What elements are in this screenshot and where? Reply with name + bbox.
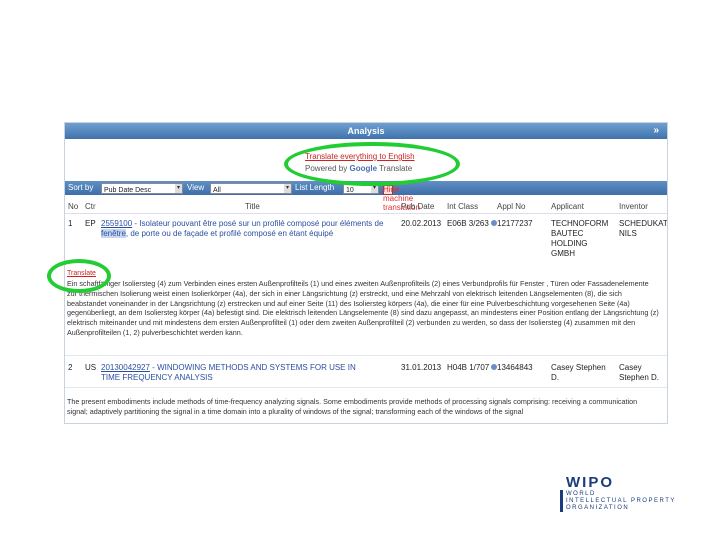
list-length-value: 10 [346, 187, 354, 194]
row-title: 2559100 - Isolateur pouvant être posé su… [101, 219, 397, 239]
translate-row-link[interactable]: Translate [67, 270, 96, 277]
google-logo: Google [349, 164, 378, 173]
row-title-text-2: , de porte ou de façade et profilé compo… [125, 229, 334, 238]
row-title-link[interactable]: 20130042927 [101, 363, 150, 372]
row-separator [65, 355, 667, 356]
analysis-panel: Analysis » Translate everything to Engli… [64, 122, 668, 424]
row-applicant: TECHNOFORM BAUTEC HOLDING GMBH [551, 219, 609, 258]
row-separator [65, 387, 667, 388]
col-title[interactable]: Title [245, 202, 260, 211]
row-title: 20130042927 - WINDOWING METHODS AND SYST… [101, 363, 361, 383]
row-no: 2 [68, 363, 73, 372]
row-appl-no: 13464843 [497, 363, 533, 372]
col-no[interactable]: No [68, 202, 78, 211]
logo-line2: INTELLECTUAL PROPERTY [566, 498, 676, 504]
chevron-down-icon: ▾ [371, 184, 378, 193]
translate-word: Translate [379, 164, 413, 173]
row-pub-date: 31.01.2013 [401, 363, 442, 372]
int-class-value: E06B 3/263 [447, 219, 489, 228]
sort-by-label: Sort by [68, 183, 94, 192]
collapse-icon[interactable]: » [653, 123, 659, 139]
row-pub-date: 20.02.2013 [401, 219, 442, 228]
row-description: The present embodiments include methods … [67, 397, 638, 416]
row-description: Ein schaftfähiger Isoliersteg (4) zum Ve… [67, 279, 659, 337]
row-appl-no: 12177237 [497, 219, 533, 228]
col-int-class[interactable]: Int Class [447, 202, 478, 211]
sort-by-select[interactable]: Pub Date Desc ▾ [101, 183, 183, 194]
chevron-down-icon: ▾ [175, 184, 182, 193]
view-label: View [187, 183, 205, 192]
row-int-class: H04B 1/707 [447, 363, 498, 373]
translate-all-link[interactable]: Translate everything to English [305, 151, 415, 163]
row-no: 1 [68, 219, 73, 228]
list-toolbar: Sort by Pub Date Desc ▾ View All ▾ List … [65, 181, 667, 212]
translate-box: Translate everything to English Powered … [305, 151, 415, 175]
col-pub-date[interactable]: Pub Date [401, 202, 434, 211]
row-ctr: EP [85, 219, 96, 228]
col-ctr[interactable]: Ctr [85, 202, 96, 211]
chevron-down-icon: ▾ [284, 184, 291, 193]
powered-by-label: Powered by [305, 164, 348, 173]
logo-line3: ORGANIZATION [566, 505, 630, 511]
row-int-class: E06B 3/263 [447, 219, 497, 229]
logo-name: WIPO [566, 474, 614, 491]
row-title-link[interactable]: 2559100 [101, 219, 132, 228]
row-inventor: SCHEDUKAT NILS [619, 219, 668, 238]
row-title-text: - Isolateur pouvant être posé sur un pro… [132, 219, 384, 228]
logo-line1: WORLD [566, 491, 596, 497]
logo-bar [560, 490, 563, 512]
results-header: No Ctr Title Pub Date Int Class Appl No … [65, 201, 667, 214]
row-title-highlight: fenêtre [101, 229, 126, 238]
row-applicant: Casey Stephen D. [551, 363, 606, 382]
col-inventor[interactable]: Inventor [619, 202, 648, 211]
row-ctr: US [85, 363, 97, 372]
col-appl-no[interactable]: Appl No [497, 202, 525, 211]
view-select[interactable]: All ▾ [210, 183, 292, 194]
info-icon[interactable] [490, 220, 497, 226]
analysis-header: Analysis » [65, 123, 667, 139]
row-inventor: Casey Stephen D. [619, 363, 660, 382]
analysis-title: Analysis [347, 126, 385, 136]
view-value: All [213, 187, 221, 194]
int-class-value: H04B 1/707 [447, 363, 490, 372]
list-length-select[interactable]: 10 ▾ [343, 183, 379, 194]
list-length-label: List Length [295, 183, 335, 192]
col-applicant[interactable]: Applicant [551, 202, 584, 211]
sort-by-value: Pub Date Desc [104, 187, 152, 194]
wipo-logo: WIPO WORLD INTELLECTUAL PROPERTY ORGANIZ… [560, 474, 676, 512]
